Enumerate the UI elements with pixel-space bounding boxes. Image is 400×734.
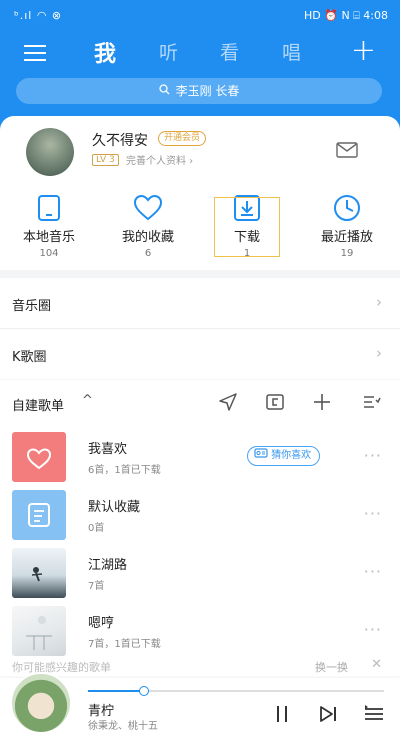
playlist-name: 嗯哼 [88,616,115,631]
next-track-icon[interactable] [316,702,340,726]
shortcut-label: 本地音乐 [22,230,75,245]
tab-sing[interactable]: 唱 [282,38,301,65]
playlist-cover [12,490,66,540]
row-k-song-circle[interactable]: K歌圈 › [0,329,400,379]
playlist-name: 江湖路 [88,558,128,573]
pause-icon[interactable] [270,702,294,726]
tab-watch[interactable]: 看 [220,38,239,65]
row-label: K歌圈 [12,350,47,365]
heart-icon [108,194,188,222]
shortcut-count: 6 [144,248,152,259]
more-icon[interactable]: ··· [364,562,382,581]
search-bar[interactable]: 李玉刚 长春 [16,78,382,104]
playlist-name: 默认收藏 [88,500,141,515]
level-badge: LV 3 [92,154,119,166]
playlist-item[interactable]: 嗯哼 7首，1首已下载 ··· [0,602,400,660]
shortcut-recent[interactable]: 最近播放 19 [307,194,387,259]
playlists-header: 自建歌单 ^ [0,380,400,426]
share-icon[interactable] [218,392,240,414]
import-icon[interactable] [265,392,287,414]
clock-icon [307,194,387,222]
status-bar-left: ᵇ.ıl ◠ ⊗ [14,9,63,22]
more-icon[interactable]: ··· [364,620,382,639]
progress-knob[interactable] [139,686,150,696]
shortcut-count: 19 [340,248,354,259]
tab-listen[interactable]: 听 [159,38,178,65]
mail-icon[interactable] [336,142,358,158]
more-icon[interactable]: ··· [364,446,382,465]
playlist-name: 我喜欢 [88,442,128,457]
shortcut-label: 最近播放 [320,230,373,245]
status-bar-right: HD ⏰ N ⌸ 4:08 [304,9,388,22]
recommendation-strip: 你可能感兴趣的歌单 换一换 ✕ [0,656,400,678]
shortcut-count: 104 [39,248,59,259]
status-bar: ᵇ.ıl ◠ ⊗ HD ⏰ N ⌸ 4:08 [0,0,400,32]
playlist-meta: 7首，1首已下载 [88,639,161,650]
chevron-right-icon: › [376,293,382,311]
playlist-meta: 0首 [88,523,105,534]
playlist-meta: 6首，1首已下载 [88,465,161,476]
shortcut-local-music[interactable]: 本地音乐 104 [9,194,89,259]
search-icon [158,78,170,104]
playlist-cover [12,432,66,482]
album-cover[interactable] [10,672,72,734]
progress-fill [88,690,145,692]
more-icon[interactable]: ··· [364,504,382,523]
highlight-frame [214,197,280,257]
progress-bar[interactable] [88,686,384,696]
guess-label: 猜你喜欢 [271,450,312,461]
profile-link[interactable]: 完善个人资料 › [126,152,193,167]
playlist-item[interactable]: 江湖路 7首 ··· [0,544,400,602]
vip-badge[interactable]: 开通会员 [158,131,207,146]
manage-list-icon[interactable] [362,392,384,414]
top-nav: 我 听 看 唱 + [0,34,400,74]
swap-button[interactable]: 换一换 [315,659,348,675]
shortcut-favorites[interactable]: 我的收藏 6 [108,194,188,259]
playlist-list: 我喜欢 6首，1首已下载 猜你喜欢 ··· 默认收藏 0首 ··· 江湖路 7首… [0,426,400,674]
row-music-circle[interactable]: 音乐圈 › [0,278,400,328]
recommendation-text: 你可能感兴趣的歌单 [12,661,111,674]
add-playlist-icon[interactable] [312,392,334,414]
chevron-right-icon: › [376,344,382,362]
playlist-queue-icon[interactable] [362,702,386,726]
add-icon[interactable]: + [351,34,376,68]
guess-you-like-button[interactable]: 猜你喜欢 [247,446,321,466]
playlists-title[interactable]: 自建歌单 [12,395,64,414]
collapse-caret-icon[interactable]: ^ [82,393,93,408]
song-artist: 徐秉龙、桃十五 [88,721,158,732]
tab-me[interactable]: 我 [94,36,116,68]
playlist-item[interactable]: 默认收藏 0首 ··· [0,486,400,544]
mini-player[interactable]: 青柠 徐秉龙、桃十五 [0,672,400,734]
profile-card: 久不得安 开通会员 LV 3 完善个人资料 › 本地音乐 104 我的收藏 6 … [0,116,400,270]
username[interactable]: 久不得安 [92,130,148,150]
radio-icon [254,448,271,461]
playlist-cover [12,606,66,656]
row-label: 音乐圈 [12,299,52,314]
close-icon[interactable]: ✕ [371,657,382,672]
playlist-item[interactable]: 我喜欢 6首，1首已下载 猜你喜欢 ··· [0,428,400,486]
playlist-cover [12,548,66,598]
search-placeholder: 李玉刚 长春 [175,84,240,98]
tablet-icon [9,194,89,222]
shortcut-label: 我的收藏 [121,230,174,245]
avatar[interactable] [26,128,74,176]
playlist-meta: 7首 [88,581,105,592]
menu-icon[interactable] [22,40,48,66]
